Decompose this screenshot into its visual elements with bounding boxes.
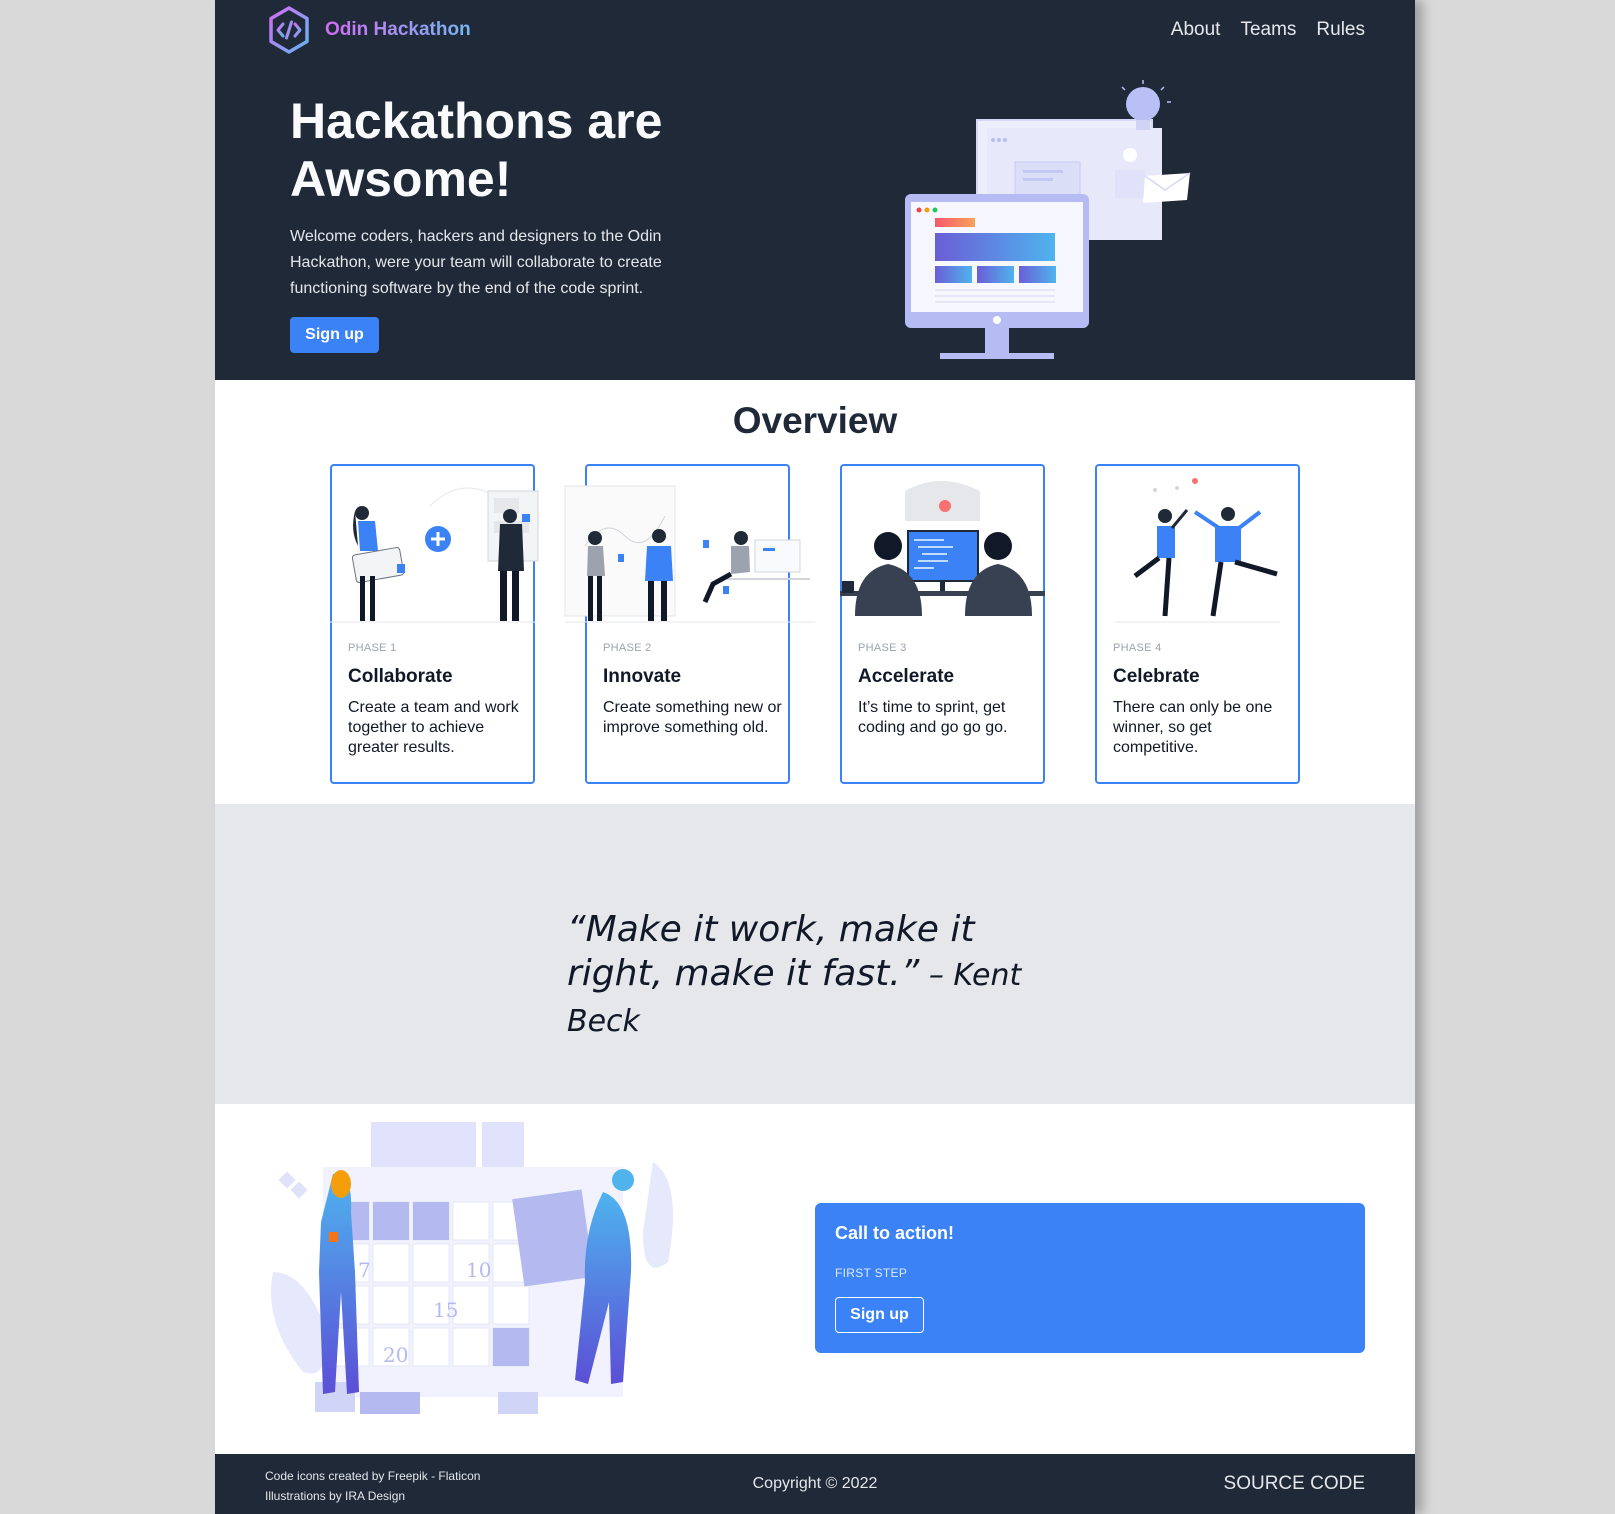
card-phase: PHASE 3: [858, 642, 907, 654]
hero-text: Welcome coders, hackers and designers to…: [290, 228, 662, 297]
phase-card-collaborate: PHASE 1 Collaborate Create a team and wo…: [330, 464, 539, 784]
hero-section: Odin Hackathon About Teams Rules Hackath…: [215, 0, 1415, 380]
hero-title: Hackathons are Awsome!: [290, 93, 663, 207]
phase-card-innovate: PHASE 2 Innovate Create something new or…: [564, 464, 815, 784]
brand-name[interactable]: Odin Hackathon: [325, 19, 471, 41]
card-text: It’s time to sprint, get coding and go g…: [858, 699, 1008, 736]
card-phase: PHASE 1: [348, 642, 397, 654]
card-phase: PHASE 2: [603, 642, 652, 654]
phase-card-celebrate: PHASE 4 Celebrate There can only be one …: [1095, 464, 1300, 784]
page: Odin Hackathon About Teams Rules Hackath…: [215, 0, 1415, 1514]
card-title: Collaborate: [348, 666, 453, 687]
svg-text:15: 15: [433, 1298, 458, 1322]
svg-text:20: 20: [383, 1343, 408, 1367]
innovate-illustration: [564, 485, 815, 623]
source-code-link[interactable]: SOURCE CODE: [1224, 1473, 1365, 1495]
card-phase: PHASE 4: [1113, 642, 1162, 654]
celebrate-illustration: [1115, 478, 1280, 623]
quote: “Make it work, make it right, make it fa…: [567, 908, 1067, 1044]
accelerate-illustration: [840, 481, 1045, 616]
nav-about[interactable]: About: [1171, 19, 1221, 41]
call-to-action-card: Call to action! FIRST STEP Sign up: [815, 1203, 1365, 1353]
svg-text:7: 7: [358, 1258, 371, 1282]
footer: Code icons created by Freepik - Flaticon…: [215, 1454, 1415, 1514]
main-nav: About Teams Rules: [1171, 19, 1365, 41]
card-text: There can only be one winner, so get com…: [1113, 699, 1273, 756]
hero-signup-button[interactable]: Sign up: [290, 317, 379, 353]
phase-card-accelerate: PHASE 3 Accelerate It’s time to sprint, …: [840, 464, 1045, 784]
svg-text:2: 2: [395, 1218, 408, 1242]
nav-rules[interactable]: Rules: [1316, 19, 1365, 41]
card-text: Create something new or improve somethin…: [603, 699, 782, 736]
card-title: Celebrate: [1113, 666, 1200, 687]
cta-signup-button[interactable]: Sign up: [835, 1297, 924, 1333]
quote-section: “Make it work, make it right, make it fa…: [215, 804, 1415, 1104]
code-hexagon-logo-icon[interactable]: [267, 5, 311, 55]
cta-title: Call to action!: [835, 1223, 955, 1243]
card-title: Innovate: [603, 666, 682, 687]
card-text: Create a team and work together to achie…: [348, 699, 519, 756]
card-title: Accelerate: [858, 666, 955, 687]
overview-title: Overview: [732, 400, 898, 441]
collaborate-illustration: [330, 487, 539, 623]
cta-subtitle: FIRST STEP: [835, 1266, 908, 1280]
svg-text:10: 10: [466, 1258, 491, 1282]
computer-screens-illustration: [905, 80, 1191, 359]
calendar-illustration: 2 7 15 20 10: [271, 1122, 673, 1414]
quote-text: “Make it work, make it right, make it fa…: [567, 909, 975, 994]
nav-teams[interactable]: Teams: [1240, 19, 1296, 41]
